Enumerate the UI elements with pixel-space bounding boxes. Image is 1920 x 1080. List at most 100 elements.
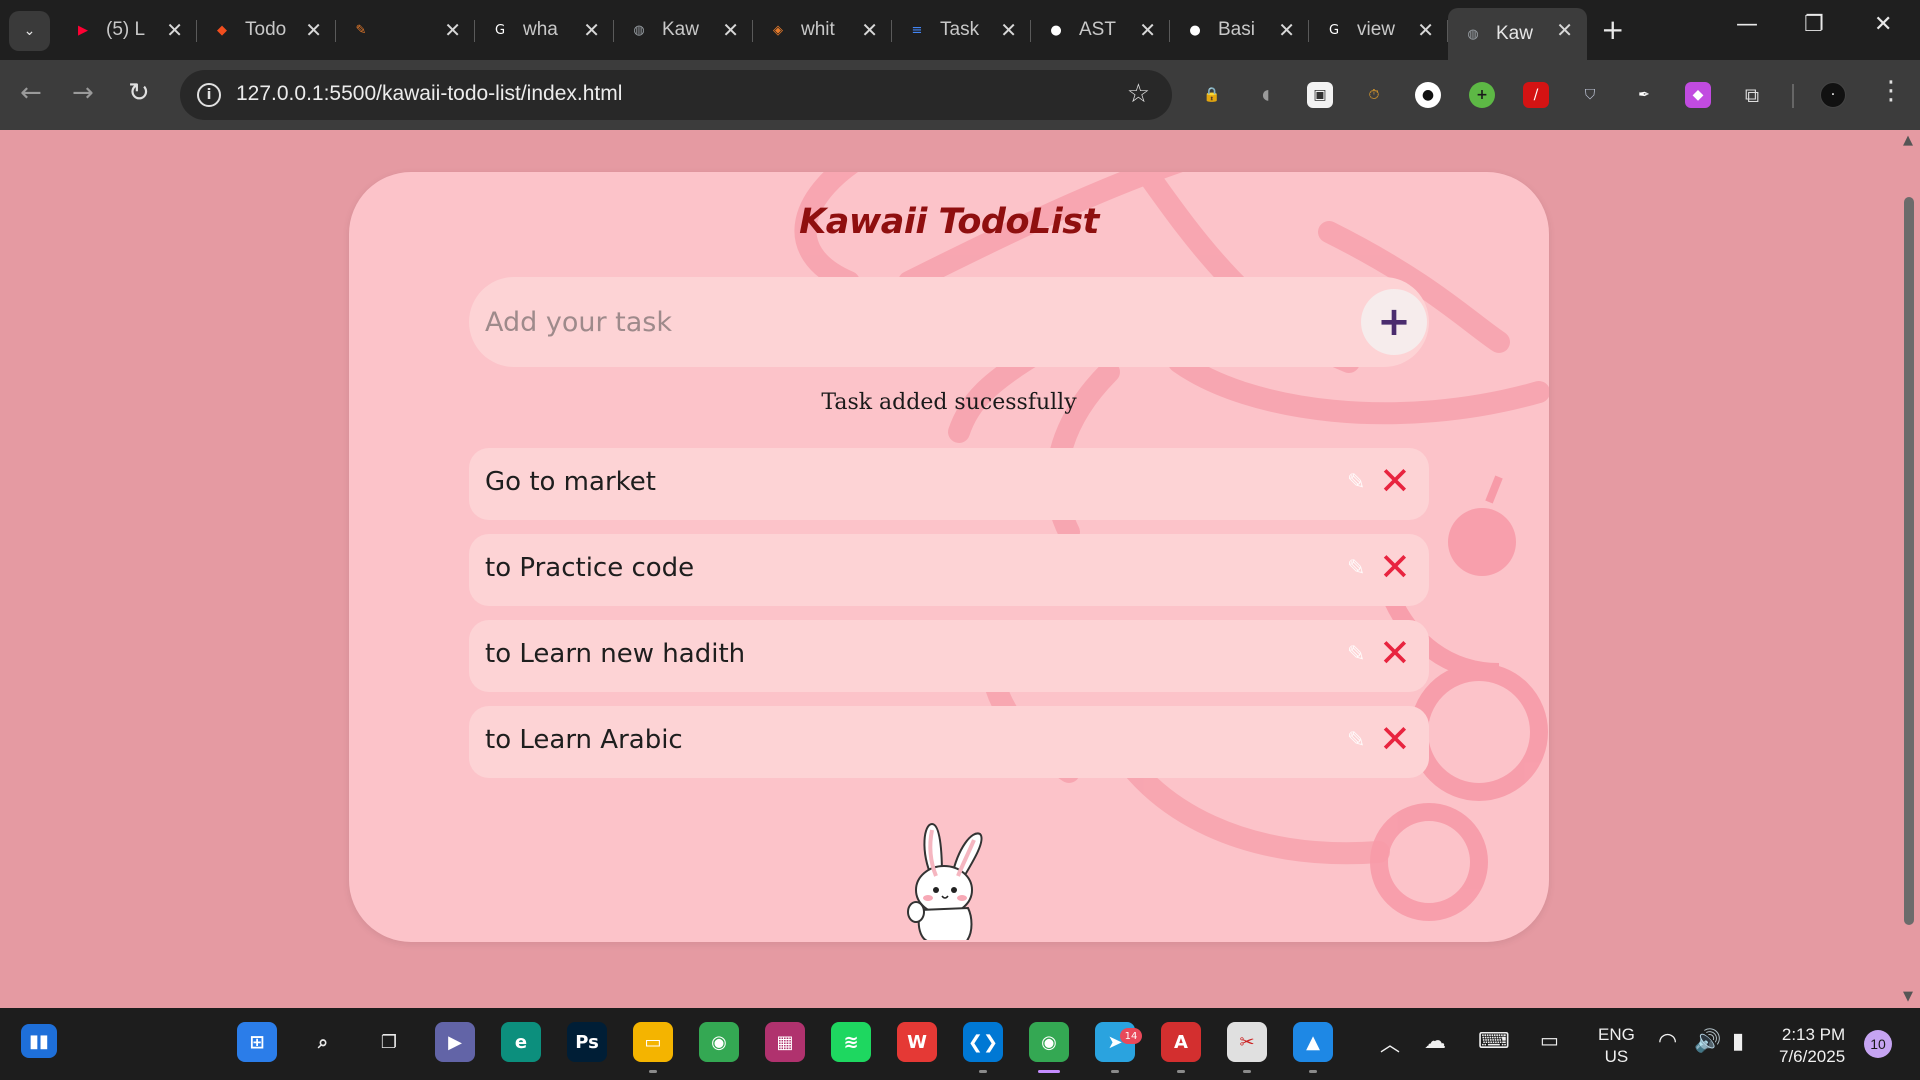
tab-strip: ▶ (5) L ✕ ◆ Todo ✕ ✎ ✕ Gwha ✕ ◍ Kaw ✕ ◈ whit ✕ ≡ Task ✕ ● AS… [58, 8, 1587, 60]
file-explorer-icon[interactable]: ▭ [633, 1022, 673, 1062]
tab-close-icon[interactable]: ✕ [722, 18, 739, 42]
tab-close-icon[interactable]: ✕ [1000, 18, 1017, 42]
minimize-icon[interactable]: — [1736, 12, 1758, 37]
new-tab-plus-icon[interactable]: + [1601, 13, 1624, 46]
browser-tab[interactable]: Gview ✕ [1309, 8, 1448, 52]
address-bar[interactable]: i 127.0.0.1:5500/kawaii-todo-list/index.… [180, 70, 1172, 120]
add-task-button[interactable]: + [1361, 289, 1427, 355]
keyboard-icon[interactable]: ⌨ [1478, 1028, 1510, 1054]
notification-count-badge[interactable]: 10 [1864, 1030, 1892, 1058]
pen-icon: ✎ [355, 22, 367, 38]
tablet-mode-icon[interactable]: ▭ [1540, 1028, 1559, 1053]
url-text[interactable]: 127.0.0.1:5500/kawaii-todo-list/index.ht… [236, 82, 622, 106]
tab-close-icon[interactable]: ✕ [583, 18, 600, 42]
edit-pencil-icon[interactable]: ✎ [1347, 470, 1365, 495]
winrar-icon[interactable]: ▦ [765, 1022, 805, 1062]
lock-extension-icon[interactable]: 🔒 [1199, 82, 1225, 108]
battery-icon[interactable]: ▮ [1732, 1028, 1744, 1054]
scroll-up-arrow-icon[interactable]: ▲ [1903, 133, 1913, 148]
slash-extension-icon[interactable]: / [1523, 82, 1549, 108]
wifi-icon[interactable]: ◠ [1658, 1028, 1677, 1054]
running-app-indicator [1243, 1070, 1251, 1073]
timer-extension-icon[interactable]: ⏱ [1361, 82, 1387, 108]
page-scrollbar[interactable]: ▲ ▼ [1900, 131, 1920, 1008]
clock-date: 7/6/2025 [1779, 1047, 1846, 1066]
github-icon: ● [1189, 22, 1201, 38]
shield-extension-icon[interactable]: ⛉ [1577, 82, 1603, 108]
photos-icon[interactable]: ▲ [1293, 1022, 1333, 1062]
acrobat-icon[interactable]: A [1161, 1022, 1201, 1062]
browser-tab[interactable]: ≡ Task ✕ [892, 8, 1031, 52]
bookmark-star-icon[interactable]: ☆ [1127, 79, 1150, 109]
browser-menu-icon[interactable]: ⋮ [1878, 76, 1904, 106]
globe-icon: ◍ [1467, 26, 1479, 42]
profile-avatar-icon[interactable]: · [1820, 82, 1846, 108]
tab-close-icon[interactable]: ✕ [444, 18, 461, 42]
browser-tab[interactable]: ● Basi ✕ [1170, 8, 1309, 52]
language-code: ENG [1598, 1025, 1635, 1044]
tab-close-icon[interactable]: ✕ [1139, 18, 1156, 42]
extensions-puzzle-icon[interactable]: ⧉ [1739, 82, 1765, 108]
delete-task-icon[interactable]: ✕ [1379, 631, 1411, 675]
photoshop-icon[interactable]: Ps [567, 1022, 607, 1062]
tab-close-icon[interactable]: ✕ [1417, 18, 1434, 42]
browser-tab[interactable]: ◍ Kaw ✕ [1448, 8, 1587, 60]
clock[interactable]: 2:13 PM 7/6/2025 [1779, 1024, 1845, 1068]
windows-start-icon[interactable]: ⊞ [237, 1022, 277, 1062]
tab-close-icon[interactable]: ✕ [1556, 18, 1573, 42]
running-app-indicator [1309, 1070, 1317, 1073]
edit-pencil-icon[interactable]: ✎ [1347, 556, 1365, 581]
octocat-extension-icon[interactable]: ● [1415, 82, 1441, 108]
widgets-icon[interactable]: ▮▮ [21, 1024, 57, 1058]
wps-icon[interactable]: W [897, 1022, 937, 1062]
delete-task-icon[interactable]: ✕ [1379, 717, 1411, 761]
volume-icon[interactable]: 🔊 [1694, 1028, 1721, 1054]
mouse-extension-icon[interactable]: ◖ [1253, 82, 1279, 108]
chat-extension-icon[interactable]: ◆ [1685, 82, 1711, 108]
image-extension-icon[interactable]: ▣ [1307, 82, 1333, 108]
spotify-icon[interactable]: ≋ [831, 1022, 871, 1062]
plus-extension-icon[interactable]: + [1469, 82, 1495, 108]
edit-pencil-icon[interactable]: ✎ [1347, 728, 1365, 753]
site-info-icon[interactable]: i [197, 83, 221, 107]
delete-task-icon[interactable]: ✕ [1379, 459, 1411, 503]
snipping-tool-icon[interactable]: ✂ [1227, 1022, 1267, 1062]
restore-icon[interactable]: ❐ [1804, 12, 1824, 37]
task-input[interactable] [485, 299, 1285, 345]
tab-close-icon[interactable]: ✕ [861, 18, 878, 42]
window-close-icon[interactable]: ✕ [1874, 12, 1892, 37]
scrollbar-thumb[interactable] [1904, 197, 1914, 925]
browser-tab[interactable]: ▶ (5) L ✕ [58, 8, 197, 52]
task-text: to Learn new hadith [485, 639, 746, 669]
tray-overflow-chevron-icon[interactable]: ︿ [1380, 1028, 1400, 1057]
tab-close-icon[interactable]: ✕ [305, 18, 322, 42]
reload-icon[interactable]: ↻ [128, 78, 150, 108]
eyedropper-extension-icon[interactable]: ✒ [1631, 82, 1657, 108]
forward-arrow-icon[interactable]: → [72, 78, 94, 108]
browser-tab[interactable]: Gwha ✕ [475, 8, 614, 52]
browser-tab[interactable]: ● AST ✕ [1031, 8, 1170, 52]
edit-pencil-icon[interactable]: ✎ [1347, 642, 1365, 667]
edge-icon[interactable]: e [501, 1022, 541, 1062]
vscode-icon[interactable]: ❮❯ [963, 1022, 1003, 1062]
status-message: Task added sucessfully [821, 390, 1077, 415]
delete-task-icon[interactable]: ✕ [1379, 545, 1411, 589]
add-task-row: + [469, 277, 1429, 367]
tab-search-chevron-icon[interactable]: ⌄ [9, 11, 50, 51]
onedrive-cloud-icon[interactable]: ☁ [1424, 1028, 1446, 1054]
search-icon[interactable]: ⌕ [303, 1022, 343, 1062]
task-view-icon[interactable]: ❐ [369, 1022, 409, 1062]
chrome-icon[interactable]: ◉ [699, 1022, 739, 1062]
scroll-down-arrow-icon[interactable]: ▼ [1903, 989, 1913, 1004]
browser-tab[interactable]: ◆ Todo ✕ [197, 8, 336, 52]
browser-tab[interactable]: ◈ whit ✕ [753, 8, 892, 52]
browser-tab[interactable]: ✎ ✕ [336, 8, 475, 52]
tab-close-icon[interactable]: ✕ [1278, 18, 1295, 42]
tab-close-icon[interactable]: ✕ [166, 18, 183, 42]
language-indicator[interactable]: ENG US [1598, 1024, 1635, 1068]
teams-icon[interactable]: ▶ [435, 1022, 475, 1062]
back-arrow-icon[interactable]: ← [20, 78, 42, 108]
youtube-icon: ▶ [78, 22, 88, 38]
chrome-profile-icon[interactable]: ◉ [1029, 1022, 1069, 1062]
browser-tab[interactable]: ◍ Kaw ✕ [614, 8, 753, 52]
